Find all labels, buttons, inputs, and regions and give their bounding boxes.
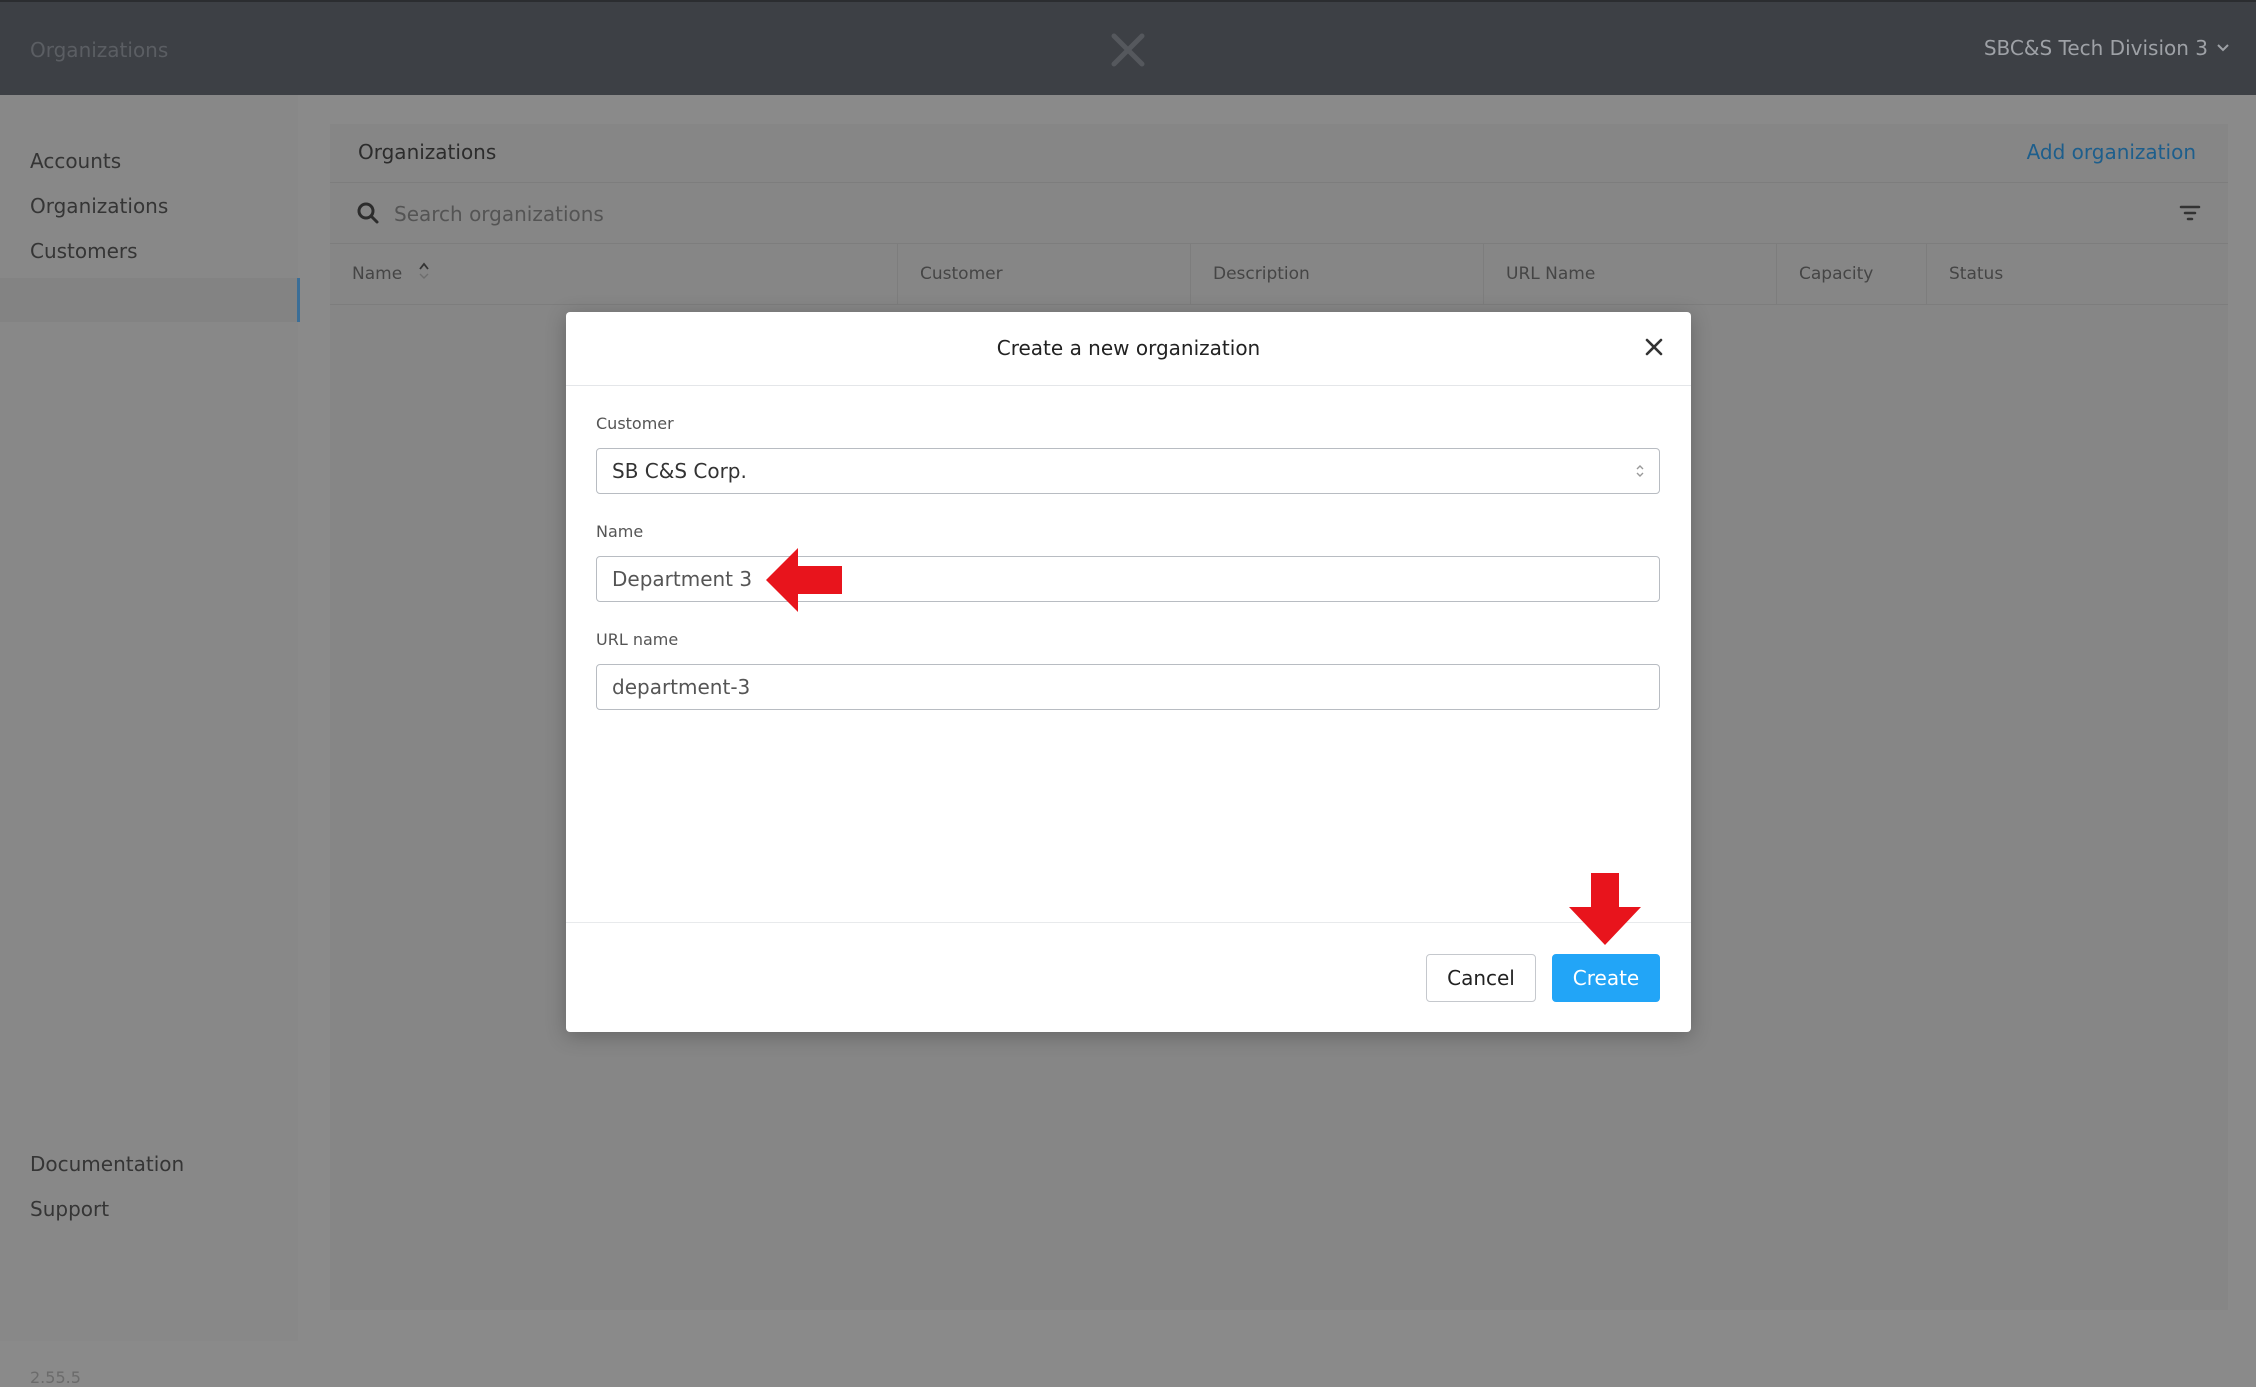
url-name-field-value: department-3 xyxy=(612,675,751,699)
search-icon xyxy=(357,202,379,224)
annotation-left-arrow-icon xyxy=(766,548,842,612)
customer-select-value: SB C&S Corp. xyxy=(612,459,747,483)
close-icon[interactable] xyxy=(1643,336,1665,358)
column-description-label: Description xyxy=(1213,264,1310,284)
chevron-down-icon xyxy=(2217,44,2229,52)
version-label: 2.55.5 xyxy=(30,1368,81,1387)
account-name: SBC&S Tech Division 3 xyxy=(1983,36,2208,60)
sidebar-item-accounts[interactable]: Accounts xyxy=(30,149,121,173)
column-url-name-label: URL Name xyxy=(1506,264,1596,284)
url-name-field[interactable]: department-3 xyxy=(596,664,1660,710)
table-header: Name Customer Description URL Name Capac… xyxy=(330,244,2228,305)
customer-label: Customer xyxy=(596,414,674,433)
column-description[interactable]: Description xyxy=(1191,244,1484,304)
dialog-footer: Cancel Create xyxy=(566,922,1691,1033)
top-bar: Organizations SBC&S Tech Division 3 xyxy=(0,0,2256,95)
dialog-title: Create a new organization xyxy=(996,336,1261,360)
column-customer[interactable]: Customer xyxy=(898,244,1191,304)
name-label: Name xyxy=(596,522,644,541)
name-field[interactable]: Department 3 xyxy=(596,556,1660,602)
sidebar-active-indicator xyxy=(297,278,300,322)
column-name-label: Name xyxy=(352,264,403,284)
filter-icon[interactable] xyxy=(2178,201,2202,225)
column-capacity[interactable]: Capacity xyxy=(1777,244,1927,304)
name-field-value: Department 3 xyxy=(612,567,753,591)
url-name-label: URL name xyxy=(596,630,679,649)
sidebar-item-documentation[interactable]: Documentation xyxy=(30,1152,184,1176)
content-header: Organizations Add organization xyxy=(330,124,2228,183)
dialog-header: Create a new organization xyxy=(566,312,1691,386)
cancel-button[interactable]: Cancel xyxy=(1426,954,1536,1002)
select-arrows-icon xyxy=(1636,465,1644,477)
sidebar-item-support[interactable]: Support xyxy=(30,1197,109,1221)
sort-ascending-icon[interactable] xyxy=(418,261,430,281)
column-url-name[interactable]: URL Name xyxy=(1484,244,1777,304)
page-title: Organizations xyxy=(358,140,497,164)
column-status-label: Status xyxy=(1949,264,2004,284)
search-bar: Search organizations xyxy=(330,183,2228,244)
search-input[interactable]: Search organizations xyxy=(394,202,604,226)
column-name[interactable]: Name xyxy=(330,244,898,304)
customer-select[interactable]: SB C&S Corp. xyxy=(596,448,1660,494)
x-logo-icon[interactable] xyxy=(1110,32,1146,68)
sidebar-item-customers[interactable]: Customers xyxy=(30,239,138,263)
annotation-down-arrow-icon xyxy=(1569,873,1641,945)
sidebar-active-highlight xyxy=(0,278,297,322)
create-organization-dialog: Create a new organization Customer SB C&… xyxy=(566,312,1691,1032)
account-menu[interactable]: SBC&S Tech Division 3 xyxy=(1984,36,2230,60)
add-organization-link[interactable]: Add organization xyxy=(2027,140,2196,164)
create-button[interactable]: Create xyxy=(1552,954,1660,1002)
sidebar: Accounts Organizations Customers Documen… xyxy=(0,95,300,1387)
app-title: Organizations xyxy=(30,38,169,62)
sidebar-item-organizations[interactable]: Organizations xyxy=(30,194,168,218)
column-capacity-label: Capacity xyxy=(1799,264,1874,284)
column-customer-label: Customer xyxy=(920,264,1003,284)
column-status[interactable]: Status xyxy=(1927,244,2228,304)
